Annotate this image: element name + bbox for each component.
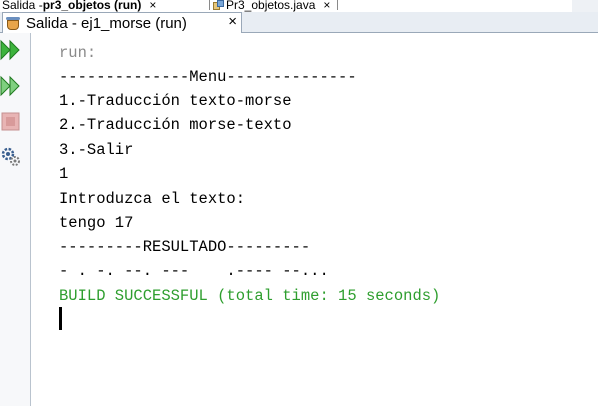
output-tab-strip: Salida - ej1_morse (run) × (0, 12, 598, 33)
rerun-icon (0, 39, 20, 61)
console-output[interactable]: run: --------------Menu-------------- 1.… (59, 41, 589, 341)
close-icon[interactable]: × (323, 0, 330, 12)
close-icon[interactable]: × (149, 0, 156, 12)
console-line-menu-header: --------------Menu-------------- (59, 68, 357, 86)
rerun-button[interactable] (0, 39, 22, 61)
tab-label: Salida - ej1_morse (run) (26, 14, 187, 32)
tab-separator (209, 0, 210, 10)
console-line-result-header: ---------RESULTADO--------- (59, 238, 311, 256)
tab-output-pr3-objetos[interactable]: Salida - pr3_objetos (run) × (2, 0, 156, 12)
stop-icon (1, 112, 20, 131)
console-line-morse-result: - . -. --. --- .---- --... (59, 262, 329, 280)
tab-label-bold: pr3_objetos (run) (42, 0, 142, 12)
rerun-with-params-button[interactable] (0, 75, 22, 97)
console-line-build-status: BUILD SUCCESSFUL (total time: 15 seconds… (59, 287, 441, 305)
close-icon[interactable]: × (228, 13, 237, 30)
console-line-user-input: tengo 17 (59, 214, 134, 232)
tab-separator (337, 0, 339, 10)
java-file-icon (213, 0, 224, 10)
console-line-user-choice: 1 (59, 165, 69, 183)
output-window-icon (5, 15, 21, 31)
console-line-option-3: 3.-Salir (59, 141, 134, 159)
rerun-with-params-icon (0, 75, 20, 97)
tab-strip-filler (572, 0, 598, 12)
tab-label-prefix: Salida - (2, 0, 43, 12)
text-cursor (59, 307, 62, 330)
console-line-run: run: (59, 44, 97, 62)
settings-button[interactable] (0, 145, 22, 167)
console-line-option-1: 1.-Traducción texto-morse (59, 92, 292, 110)
tab-pr3-objetos-java[interactable]: Pr3_objetos.java × (209, 0, 339, 12)
console-line-option-2: 2.-Traducción morse-texto (59, 116, 292, 134)
tab-label: Pr3_objetos.java (226, 0, 316, 12)
stop-button[interactable] (0, 111, 22, 133)
output-toolbar (0, 33, 31, 406)
tab-output-ej1-morse[interactable]: Salida - ej1_morse (run) × (2, 12, 242, 33)
console-line-prompt: Introduzca el texto: (59, 190, 246, 208)
settings-icon (1, 147, 20, 166)
